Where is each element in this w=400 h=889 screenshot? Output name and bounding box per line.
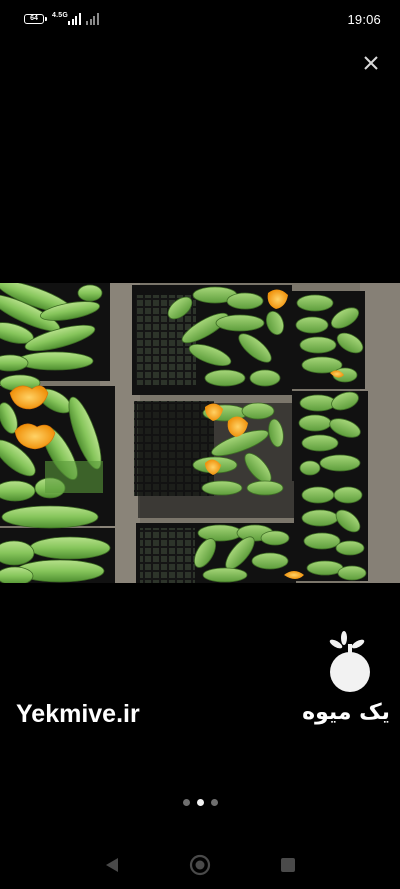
zucchini-crates-image: [0, 283, 400, 583]
battery-icon: 64: [24, 14, 47, 24]
clock: 19:06: [347, 12, 381, 27]
page-dot-1[interactable]: [182, 799, 190, 806]
recents-button[interactable]: [276, 853, 300, 877]
page-dot-2[interactable]: [196, 799, 204, 806]
back-triangle-icon: [106, 858, 118, 872]
navigation-bar: [0, 845, 400, 885]
signal-sim2-icon: [86, 13, 99, 25]
page-indicator: [0, 799, 400, 806]
brand-watermark: یک میوه: [302, 700, 390, 725]
product-photo[interactable]: [0, 283, 400, 583]
apple-logo-icon: [329, 631, 370, 692]
back-button[interactable]: [100, 853, 124, 877]
site-watermark: Yekmive.ir: [16, 700, 140, 728]
signal-icon: [68, 13, 81, 25]
home-circle-icon: [189, 854, 211, 876]
close-button[interactable]: [360, 52, 382, 74]
page-dot-3[interactable]: [210, 799, 218, 806]
home-button[interactable]: [188, 853, 212, 877]
recents-square-icon: [281, 858, 295, 872]
status-bar: 64 4.5G 19:06: [0, 0, 400, 38]
close-icon: [364, 56, 378, 70]
network-type: 4.5G: [52, 12, 68, 19]
